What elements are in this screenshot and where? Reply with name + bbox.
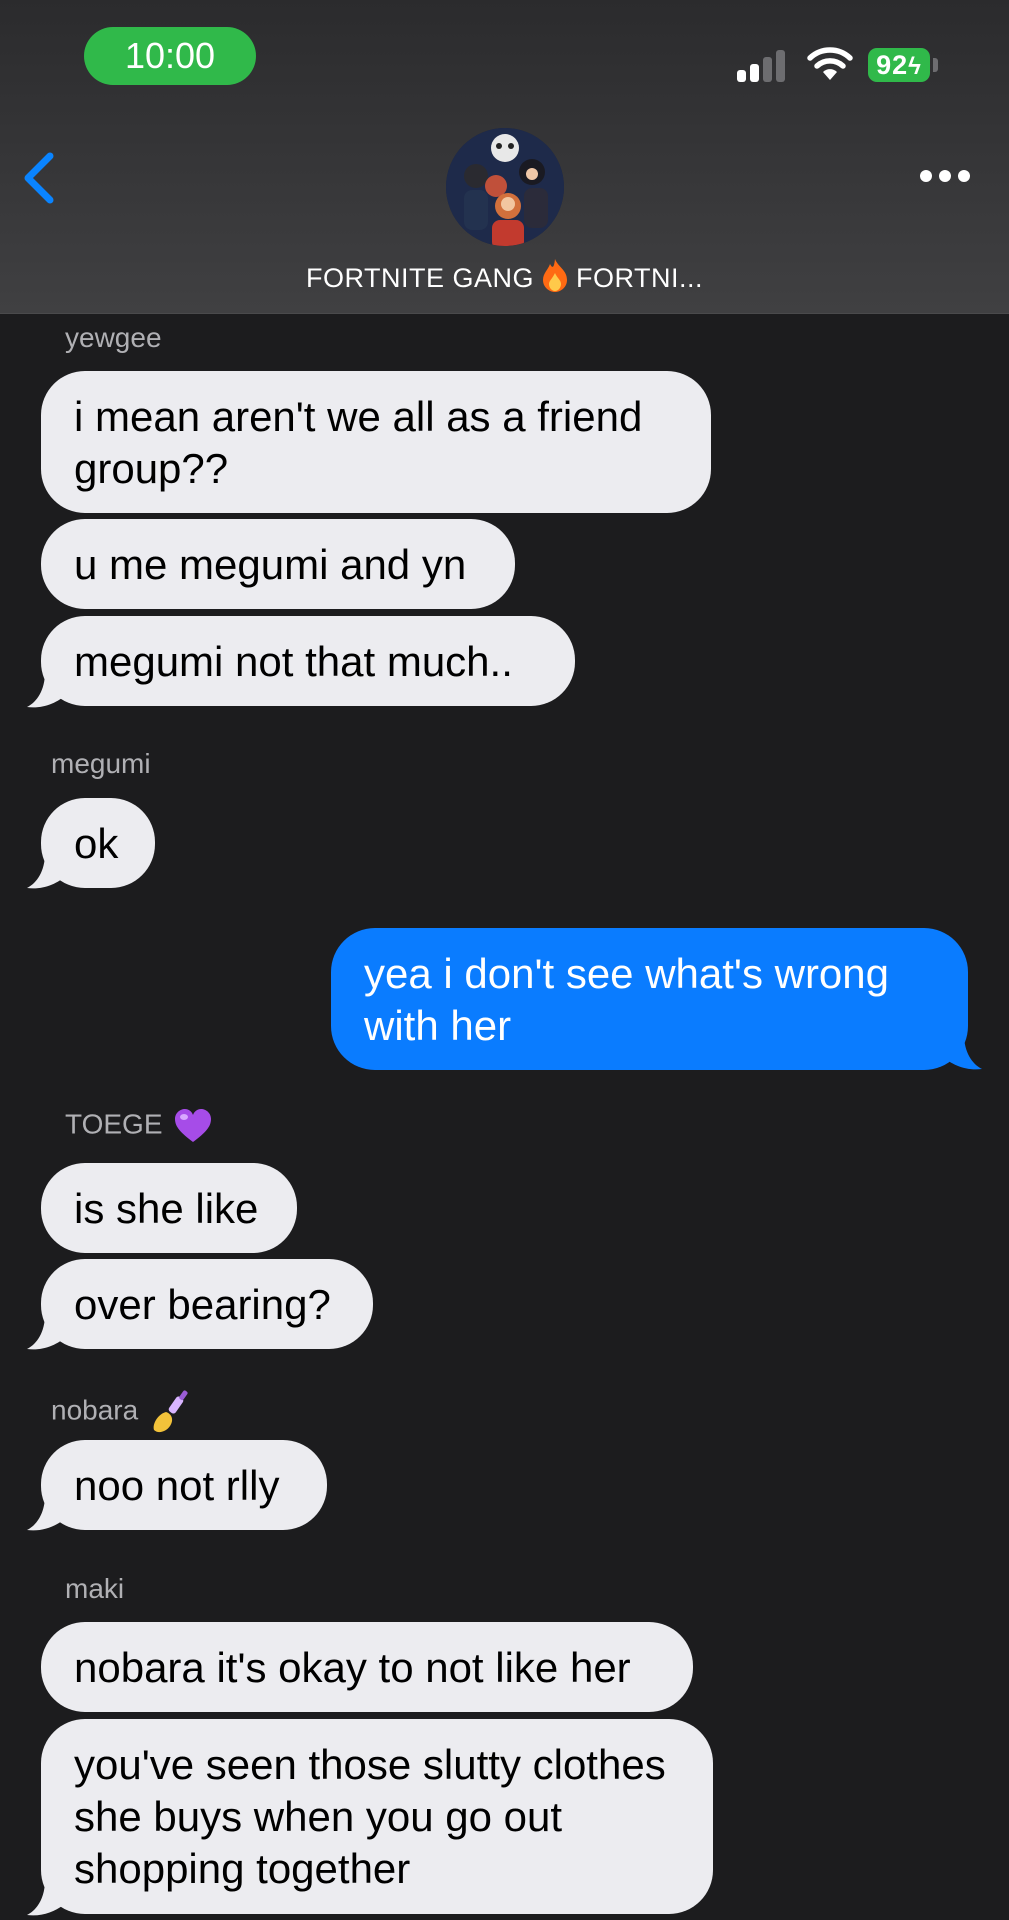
message-bubble-outgoing[interactable]: yea i don't see what's wrong with her (331, 928, 968, 1070)
battery-icon: 92ϟ (868, 48, 930, 82)
more-options-icon[interactable] (918, 166, 972, 186)
bubble-tail (27, 1314, 67, 1350)
message-bubble-incoming[interactable]: u me megumi and yn (41, 519, 515, 609)
back-chevron-icon[interactable] (18, 150, 58, 206)
sender-name: maki (65, 1573, 125, 1604)
bubble-tail (27, 672, 67, 708)
wifi-icon (807, 47, 853, 80)
sender-name: TOEGE (65, 1108, 213, 1144)
message-bubble-incoming[interactable]: megumi not that much.. (41, 616, 575, 706)
bubble-tail (942, 1034, 982, 1070)
message-bubble-incoming[interactable]: noo not rlly (41, 1440, 327, 1530)
group-title[interactable]: FORTNITE GANG FORTNI... (0, 257, 1009, 294)
group-title-part2: FORTNI... (576, 263, 704, 293)
nail-polish-icon (153, 1390, 188, 1433)
bubble-tail (27, 1495, 67, 1531)
fire-emoji-icon (543, 259, 567, 292)
message-bubble-incoming[interactable]: over bearing? (41, 1259, 373, 1349)
message-bubble-incoming[interactable]: nobara it's okay to not like her (41, 1622, 693, 1712)
sender-name: nobara (51, 1390, 192, 1434)
message-bubble-incoming[interactable]: is she like (41, 1163, 297, 1253)
status-time: 10:00 (84, 27, 256, 85)
battery-nub (933, 58, 938, 72)
sender-name: yewgee (65, 322, 162, 353)
group-avatar[interactable] (446, 128, 564, 246)
chat-header: 10:00 92ϟ FORTNITE GANG FORTNI... (0, 0, 1009, 314)
group-title-part1: FORTNITE GANG (305, 263, 534, 293)
sender-name-text: nobara (51, 1394, 139, 1426)
battery-level: 92 (876, 50, 909, 80)
purple-heart-icon (174, 1109, 211, 1142)
cellular-signal-icon (737, 48, 791, 82)
bubble-tail (27, 1880, 67, 1916)
message-bubble-incoming[interactable]: i mean aren't we all as a friend group?? (41, 371, 711, 513)
sender-name: megumi (51, 748, 151, 779)
sender-name-text: TOEGE (65, 1108, 163, 1140)
bubble-tail (27, 853, 67, 889)
message-bubble-incoming[interactable]: you've seen those slutty clothes she buy… (41, 1719, 713, 1914)
